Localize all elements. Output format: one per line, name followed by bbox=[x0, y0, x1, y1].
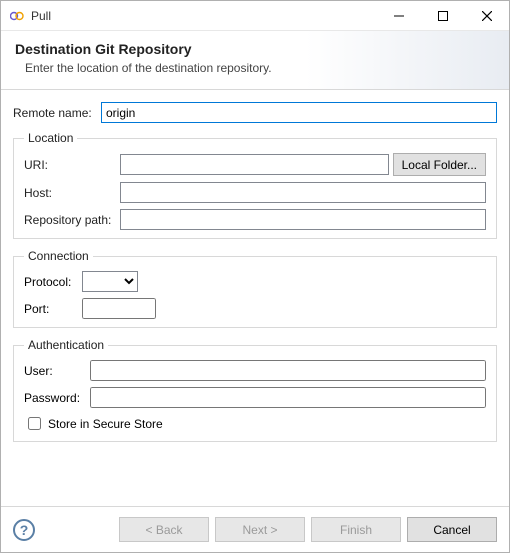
wizard-header: Destination Git Repository Enter the loc… bbox=[1, 31, 509, 90]
authentication-legend: Authentication bbox=[24, 338, 108, 352]
local-folder-button[interactable]: Local Folder... bbox=[393, 153, 486, 176]
protocol-select[interactable] bbox=[82, 271, 138, 292]
authentication-group: Authentication User: Password: Store in … bbox=[13, 338, 497, 442]
dialog-window: Pull Destination Git Repository Enter th… bbox=[0, 0, 510, 553]
user-input[interactable] bbox=[90, 360, 486, 381]
remote-name-row: Remote name: bbox=[13, 102, 497, 123]
connection-legend: Connection bbox=[24, 249, 93, 263]
back-button[interactable]: < Back bbox=[119, 517, 209, 542]
connection-group: Connection Protocol: Port: bbox=[13, 249, 497, 328]
cancel-button[interactable]: Cancel bbox=[407, 517, 497, 542]
location-group: Location URI: Local Folder... Host: Repo… bbox=[13, 131, 497, 239]
location-legend: Location bbox=[24, 131, 77, 145]
remote-name-input[interactable] bbox=[101, 102, 497, 123]
store-secure-checkbox[interactable] bbox=[28, 417, 41, 430]
uri-label: URI: bbox=[24, 158, 116, 172]
content-area: Remote name: Location URI: Local Folder.… bbox=[1, 90, 509, 506]
store-secure-row: Store in Secure Store bbox=[24, 414, 486, 433]
help-icon[interactable]: ? bbox=[13, 519, 35, 541]
host-label: Host: bbox=[24, 186, 116, 200]
host-input[interactable] bbox=[120, 182, 486, 203]
user-label: User: bbox=[24, 364, 86, 378]
wizard-description: Enter the location of the destination re… bbox=[25, 61, 495, 75]
next-button[interactable]: Next > bbox=[215, 517, 305, 542]
close-button[interactable] bbox=[465, 1, 509, 30]
window-controls bbox=[377, 1, 509, 30]
finish-button[interactable]: Finish bbox=[311, 517, 401, 542]
protocol-label: Protocol: bbox=[24, 275, 82, 289]
port-input[interactable] bbox=[82, 298, 156, 319]
titlebar: Pull bbox=[1, 1, 509, 31]
store-secure-label: Store in Secure Store bbox=[48, 417, 163, 431]
app-icon bbox=[9, 8, 25, 24]
window-title: Pull bbox=[31, 9, 377, 23]
wizard-footer: ? < Back Next > Finish Cancel bbox=[1, 506, 509, 552]
password-input[interactable] bbox=[90, 387, 486, 408]
repo-path-label: Repository path: bbox=[24, 213, 116, 227]
uri-input[interactable] bbox=[120, 154, 389, 175]
maximize-button[interactable] bbox=[421, 1, 465, 30]
password-label: Password: bbox=[24, 391, 86, 405]
port-label: Port: bbox=[24, 302, 82, 316]
repo-path-input[interactable] bbox=[120, 209, 486, 230]
minimize-button[interactable] bbox=[377, 1, 421, 30]
remote-name-label: Remote name: bbox=[13, 106, 101, 120]
wizard-title: Destination Git Repository bbox=[15, 41, 495, 57]
